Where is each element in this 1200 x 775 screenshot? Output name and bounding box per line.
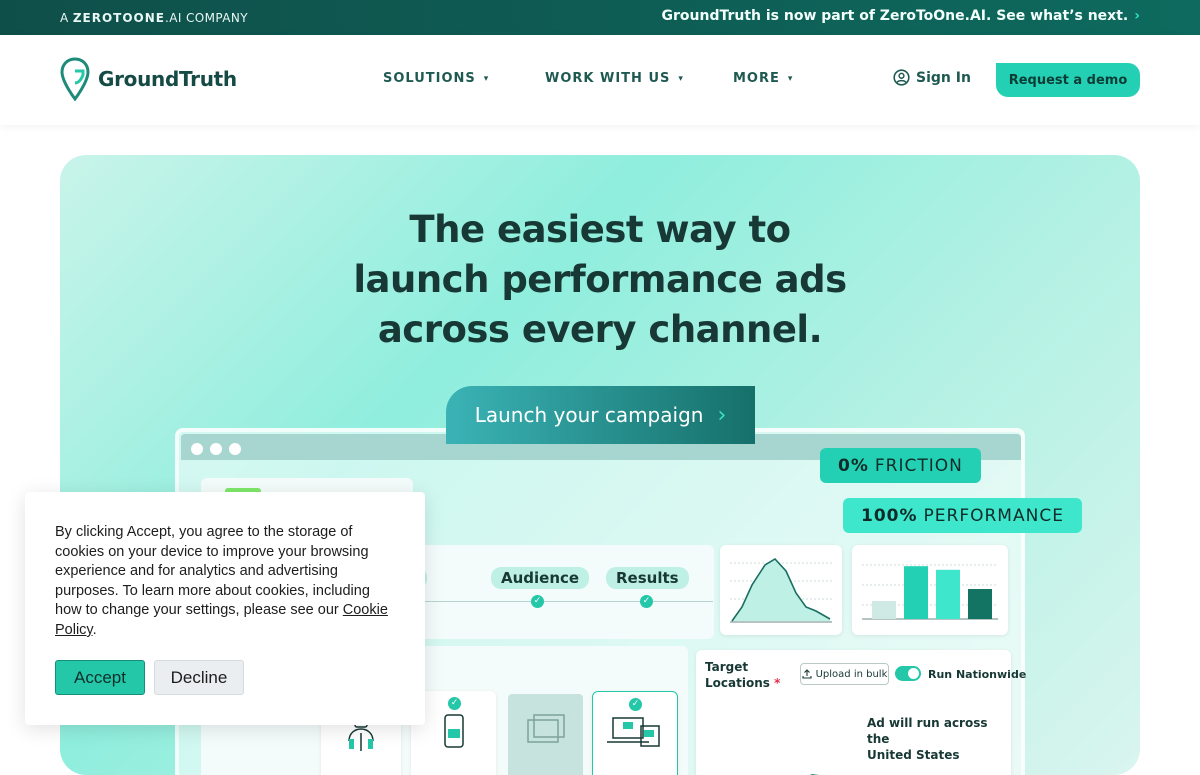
upload-label: Upload in bulk — [815, 668, 888, 680]
nav-label: SOLUTIONS — [383, 71, 476, 86]
accept-cookies-button[interactable]: Accept — [55, 660, 145, 695]
chevron-down-icon: ▾ — [787, 73, 794, 84]
sign-in-label: Sign In — [916, 69, 971, 86]
site-header: GroundTruth SOLUTIONS ▾ WORK WITH US ▾ M… — [0, 35, 1200, 125]
hero-title-line-1: The easiest way to — [409, 208, 791, 251]
line-chart-area — [732, 559, 830, 621]
chevron-down-icon: ▾ — [678, 73, 684, 84]
bar-chart-bar — [968, 589, 992, 619]
decline-cookies-button[interactable]: Decline — [154, 660, 244, 695]
friction-value: 0% — [838, 455, 869, 476]
cookie-period: . — [92, 621, 97, 638]
brand-prefix: A — [60, 11, 69, 25]
cross-device-ad-icon — [607, 717, 660, 747]
check-icon: ✓ — [448, 697, 461, 710]
user-circle-icon — [893, 69, 910, 86]
sign-in-link[interactable]: Sign In — [893, 69, 971, 86]
check-icon: ✓ — [531, 595, 544, 608]
hero-title-line-3: across every channel. — [377, 308, 823, 351]
announcement-bar: A ZEROTOONE.AI COMPANY GroundTruth is no… — [0, 0, 1200, 35]
check-icon: ✓ — [640, 595, 653, 608]
creative-option-cross-device[interactable]: ✓ — [592, 691, 678, 775]
friction-label: FRICTION — [874, 455, 963, 476]
target-locations-label: Target Locations * — [705, 659, 780, 691]
hero-title-line-2: launch performance ads — [353, 258, 847, 301]
target-label-line1: Target — [705, 660, 749, 674]
run-nationwide-label: Run Nationwide — [928, 668, 1027, 681]
window-dot — [191, 443, 203, 455]
nav-more[interactable]: MORE ▾ — [733, 71, 793, 86]
upload-icon — [802, 669, 812, 679]
creative-option-display[interactable] — [508, 694, 583, 775]
chevron-down-icon: ▾ — [483, 73, 490, 84]
chevron-right-icon: › — [1134, 8, 1140, 24]
groundtruth-logo[interactable]: GroundTruth — [60, 57, 237, 101]
window-dot — [210, 443, 222, 455]
step-results: Results — [606, 567, 689, 589]
cookie-consent-banner: By clicking Accept, you agree to the sto… — [25, 492, 425, 725]
launch-campaign-label: Launch your campaign — [474, 403, 704, 427]
launch-campaign-button[interactable]: Launch your campaign › — [446, 386, 755, 444]
nav-work-with-us[interactable]: WORK WITH US ▾ — [545, 71, 684, 86]
cookie-text: By clicking Accept, you agree to the sto… — [55, 523, 395, 641]
bar-chart-bar — [904, 566, 928, 619]
brand-suffix: .AI — [165, 11, 182, 25]
nationwide-note-line2: United States — [867, 748, 960, 762]
bar-chart — [862, 564, 998, 620]
upload-in-bulk-button[interactable]: Upload in bulk — [800, 663, 889, 685]
brand-name: ZEROTOONE — [72, 11, 165, 25]
performance-value: 100% — [861, 505, 918, 526]
check-icon: ✓ — [629, 698, 642, 711]
step-audience: Audience — [491, 567, 590, 589]
target-label-line2: Locations — [705, 676, 770, 690]
request-demo-button[interactable]: Request a demo — [996, 63, 1140, 97]
line-chart-card — [720, 545, 842, 635]
bar-chart-bar — [872, 601, 896, 619]
nationwide-note-line1: Ad will run across the — [867, 716, 988, 746]
performance-pill: 100% PERFORMANCE — [843, 498, 1082, 533]
hero-title: The easiest way to launch performance ad… — [60, 205, 1140, 355]
nav-label: WORK WITH US — [545, 71, 671, 86]
announcement-text: GroundTruth is now part of ZeroToOne.AI.… — [661, 8, 1129, 24]
bar-chart-bar — [936, 569, 960, 619]
chevron-right-icon: › — [717, 402, 727, 428]
line-chart — [730, 557, 832, 623]
zerotoone-brand[interactable]: A ZEROTOONE.AI COMPANY — [60, 11, 248, 25]
announcement-link[interactable]: GroundTruth is now part of ZeroToOne.AI.… — [662, 8, 1141, 24]
location-pin-logo-icon — [60, 57, 90, 101]
us-map-icon — [810, 774, 819, 775]
window-dot — [229, 443, 241, 455]
run-nationwide-toggle[interactable] — [895, 666, 921, 681]
brand-company: COMPANY — [185, 11, 248, 25]
required-marker: * — [774, 676, 781, 690]
bar-chart-card — [852, 545, 1008, 635]
nav-label: MORE — [733, 71, 780, 86]
performance-label: PERFORMANCE — [923, 505, 1064, 526]
logo-text: GroundTruth — [98, 67, 237, 91]
nav-solutions[interactable]: SOLUTIONS ▾ — [383, 71, 489, 86]
cookie-body: By clicking Accept, you agree to the sto… — [55, 524, 370, 619]
display-ad-icon — [527, 714, 565, 743]
nationwide-note: Ad will run across the United States — [867, 715, 1007, 763]
friction-pill: 0% FRICTION — [820, 448, 981, 483]
